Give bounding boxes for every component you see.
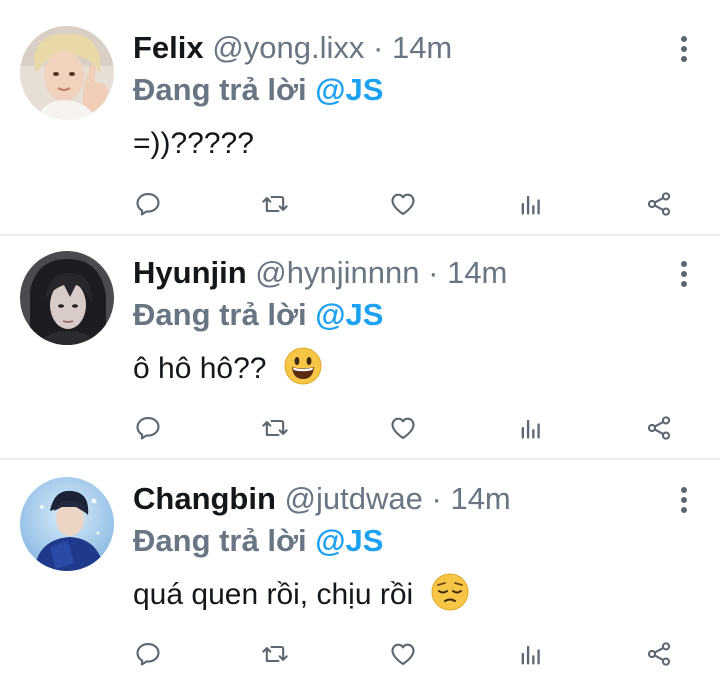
like-icon[interactable] — [383, 408, 423, 448]
replying-to: Đang trả lời @JS — [133, 523, 383, 559]
tweet-text-content: =))????? — [133, 127, 254, 160]
avatar[interactable] — [20, 26, 114, 120]
tweet-changbin[interactable]: Changbin @jutdwae · 14m Đang trả lời @JS… — [0, 460, 720, 685]
user-handle[interactable]: @jutdwae — [285, 481, 423, 516]
replying-prefix: Đang trả lời — [133, 297, 316, 332]
tweet-text: ô hô hô?? — [133, 347, 323, 390]
mention-link[interactable]: @JS — [315, 523, 383, 558]
user-handle[interactable]: @yong.lixx — [212, 30, 364, 65]
tweet-header: Changbin @jutdwae · 14m — [133, 481, 660, 517]
tweet-hyunjin[interactable]: Hyunjin @hynjinnnn · 14m Đang trả lời @J… — [0, 236, 720, 458]
replying-to: Đang trả lời @JS — [133, 297, 383, 333]
tweet-text: =))????? — [133, 126, 254, 162]
action-bar — [0, 408, 720, 448]
header-separator: · — [431, 481, 442, 516]
mention-link[interactable]: @JS — [315, 297, 383, 332]
display-name[interactable]: Changbin — [133, 481, 276, 516]
share-icon[interactable] — [639, 184, 679, 224]
grinning-face-with-big-eyes-emoji — [284, 347, 322, 385]
share-icon[interactable] — [639, 634, 679, 674]
user-handle[interactable]: @hynjinnnn — [255, 255, 419, 290]
share-icon[interactable] — [639, 408, 679, 448]
reply-icon[interactable] — [128, 634, 168, 674]
timestamp[interactable]: 14m — [450, 481, 510, 516]
stats-icon[interactable] — [511, 184, 551, 224]
tweet-text-content: quá quen rồi, chịu rồi — [133, 577, 414, 611]
pensive-face-emoji — [431, 573, 469, 611]
header-separator: · — [373, 30, 384, 65]
replying-to: Đang trả lời @JS — [133, 72, 383, 108]
stats-icon[interactable] — [511, 634, 551, 674]
like-icon[interactable] — [383, 634, 423, 674]
action-bar — [0, 634, 720, 674]
display-name[interactable]: Hyunjin — [133, 255, 247, 290]
more-options-icon[interactable] — [674, 36, 694, 66]
avatar[interactable] — [20, 477, 114, 571]
tweet-text: quá quen rồi, chịu rồi — [133, 573, 470, 616]
tweet-header: Hyunjin @hynjinnnn · 14m — [133, 255, 660, 291]
tweet-text-content: ô hô hô?? — [133, 351, 267, 385]
action-bar — [0, 184, 720, 224]
retweet-icon[interactable] — [255, 184, 295, 224]
retweet-icon[interactable] — [255, 634, 295, 674]
mention-link[interactable]: @JS — [315, 72, 383, 107]
stats-icon[interactable] — [511, 408, 551, 448]
more-options-icon[interactable] — [674, 261, 694, 291]
timestamp[interactable]: 14m — [447, 255, 507, 290]
more-options-icon[interactable] — [674, 487, 694, 517]
header-separator: · — [428, 255, 439, 290]
replying-prefix: Đang trả lời — [133, 72, 316, 107]
like-icon[interactable] — [383, 184, 423, 224]
retweet-icon[interactable] — [255, 408, 295, 448]
timestamp[interactable]: 14m — [392, 30, 452, 65]
display-name[interactable]: Felix — [133, 30, 204, 65]
reply-icon[interactable] — [128, 184, 168, 224]
tweet-header: Felix @yong.lixx · 14m — [133, 30, 660, 66]
replying-prefix: Đang trả lời — [133, 523, 316, 558]
avatar[interactable] — [20, 251, 114, 345]
reply-icon[interactable] — [128, 408, 168, 448]
tweet-feed: Felix @yong.lixx · 14m Đang trả lời @JS … — [0, 0, 720, 685]
tweet-felix[interactable]: Felix @yong.lixx · 14m Đang trả lời @JS … — [0, 0, 720, 234]
